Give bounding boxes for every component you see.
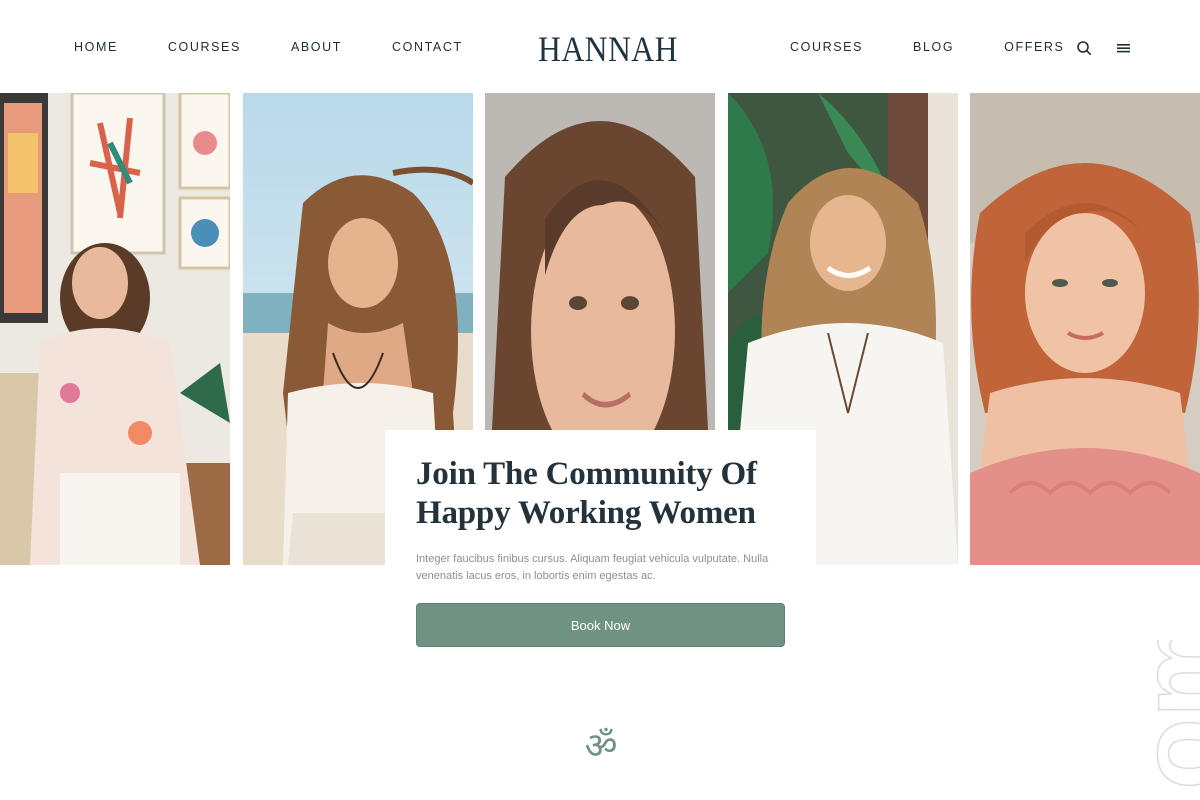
- site-logo[interactable]: HANNAH: [538, 28, 677, 70]
- nav-blog[interactable]: BLOG: [913, 40, 954, 54]
- hero-description: Integer faucibus finibus cursus. Aliquam…: [416, 553, 769, 582]
- nav-courses[interactable]: COURSES: [168, 40, 241, 54]
- hero-title: Join The Community Of Happy Working Wome…: [416, 456, 757, 531]
- nav-about[interactable]: ABOUT: [291, 40, 342, 54]
- menu-icon[interactable]: [1114, 38, 1134, 58]
- photo-woman-redhair: [970, 93, 1200, 565]
- nav-courses-right[interactable]: COURSES: [790, 40, 863, 54]
- site-header: HOME COURSES ABOUT CONTACT HANNAH COURSE…: [0, 0, 1200, 93]
- om-symbol-icon: ॐ: [584, 726, 618, 767]
- primary-nav-left: HOME COURSES ABOUT CONTACT: [74, 40, 513, 54]
- search-icon[interactable]: [1074, 38, 1094, 58]
- side-decorative-word: om: [1122, 640, 1200, 800]
- photo-woman-floral: [0, 93, 230, 565]
- nav-offers[interactable]: OFFERS: [1004, 40, 1064, 54]
- side-word-text: om: [1122, 640, 1200, 791]
- nav-home[interactable]: HOME: [74, 40, 118, 54]
- book-now-button[interactable]: Book Now: [416, 603, 785, 647]
- next-section-heading-cropped: [250, 790, 950, 800]
- nav-contact[interactable]: CONTACT: [392, 40, 463, 54]
- primary-nav-right: COURSES BLOG OFFERS: [790, 40, 1114, 54]
